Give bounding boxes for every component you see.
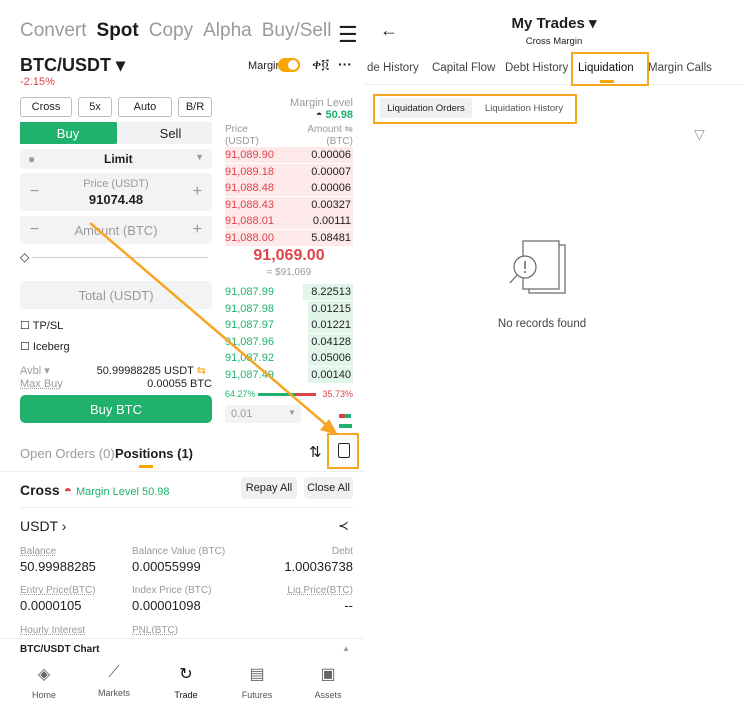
tab-capital-flow[interactable]: Capital Flow bbox=[432, 62, 495, 74]
tab-trade-history[interactable]: de History bbox=[367, 62, 419, 74]
divider bbox=[364, 84, 744, 85]
liquidation-tab-highlight bbox=[571, 52, 649, 86]
page-subtitle: Cross Margin bbox=[525, 36, 583, 47]
empty-state-text: No records found bbox=[497, 318, 587, 330]
empty-document-icon bbox=[509, 240, 566, 294]
page-title[interactable]: My Trades ▾ bbox=[364, 14, 744, 32]
tab-debt-history[interactable]: Debt History bbox=[505, 62, 568, 74]
subtabs-highlight bbox=[373, 94, 577, 124]
tab-margin-calls[interactable]: Margin Calls bbox=[648, 62, 712, 74]
filter-icon[interactable]: ▽ bbox=[694, 126, 705, 143]
